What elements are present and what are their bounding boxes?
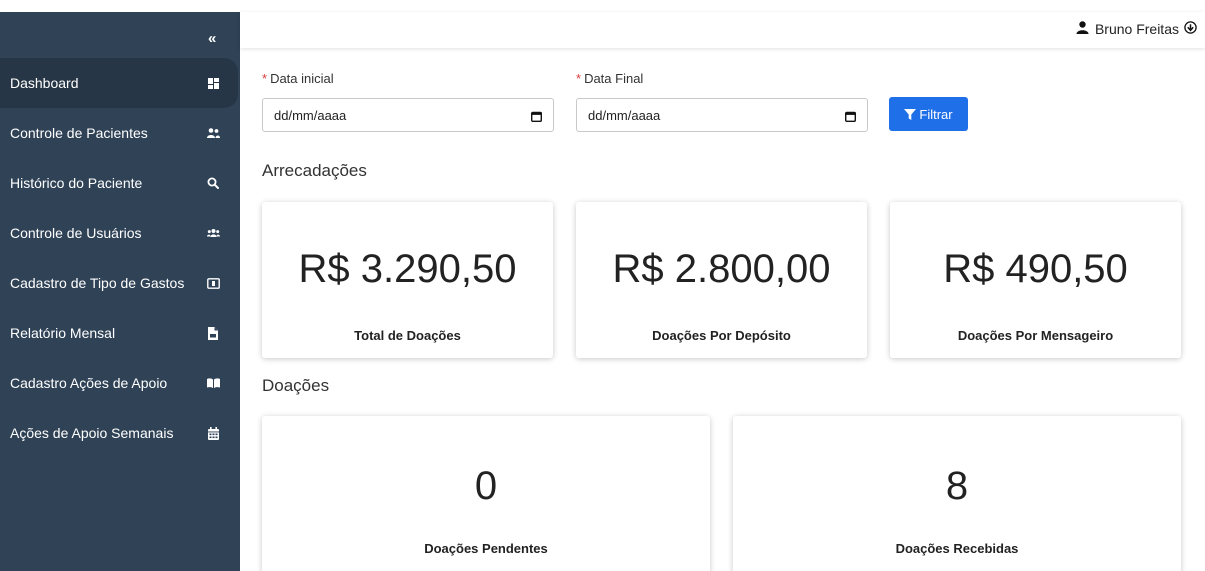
doacoes-pendentes-card: 0 Doações Pendentes xyxy=(262,416,710,571)
card-value: 8 xyxy=(945,464,969,508)
card-value: R$ 3.290,50 xyxy=(298,247,517,291)
calendar-icon xyxy=(206,426,220,440)
sidebar-item-cadastro-acoes-de-apoio[interactable]: Cadastro Ações de Apoio xyxy=(0,358,240,408)
doacoes-recebidas-card: 8 Doações Recebidas xyxy=(733,416,1181,571)
money-icon xyxy=(206,276,220,290)
user-menu[interactable]: Bruno Freitas xyxy=(1076,21,1197,37)
sidebar-item-acoes-de-apoio-semanais[interactable]: Ações de Apoio Semanais xyxy=(0,408,240,458)
sidebar-nav: Dashboard Controle de Pacientes Históric… xyxy=(0,58,240,458)
card-value: R$ 2.800,00 xyxy=(612,247,831,291)
doacoes-mensageiro-card: R$ 490,50 Doações Por Mensageiro xyxy=(890,202,1181,358)
sidebar: « Dashboard Controle de Pacientes Histór… xyxy=(0,12,240,571)
end-date-label-text: Data Final xyxy=(584,71,644,86)
start-date-value: dd/mm/aaaa xyxy=(274,107,347,123)
calendar-icon[interactable] xyxy=(844,110,857,125)
sidebar-item-controle-de-pacientes[interactable]: Controle de Pacientes xyxy=(0,108,240,158)
sidebar-item-label: Relatório Mensal xyxy=(10,325,116,341)
card-label: Doações Pendentes xyxy=(424,541,548,556)
sidebar-item-controle-de-usuarios[interactable]: Controle de Usuários xyxy=(0,208,240,258)
calendar-icon[interactable] xyxy=(530,110,543,125)
total-doacoes-card: R$ 3.290,50 Total de Doações xyxy=(262,202,553,358)
search-icon xyxy=(206,176,220,190)
arrow-circle-down-icon xyxy=(1184,21,1197,37)
start-date-label-text: Data inicial xyxy=(270,71,334,86)
sidebar-item-label: Controle de Pacientes xyxy=(10,125,148,141)
sidebar-item-cadastro-de-tipo-de-gastos[interactable]: Cadastro de Tipo de Gastos xyxy=(0,258,240,308)
arrecadacoes-title: Arrecadações xyxy=(262,161,367,180)
sidebar-item-label: Controle de Usuários xyxy=(10,225,142,241)
sidebar-item-label: Dashboard xyxy=(10,75,79,91)
app-root: « Dashboard Controle de Pacientes Histór… xyxy=(0,0,1205,571)
sidebar-item-relatorio-mensal[interactable]: Relatório Mensal xyxy=(0,308,240,358)
sidebar-item-label: Ações de Apoio Semanais xyxy=(10,425,174,441)
filter-button-label: Filtrar xyxy=(919,106,953,122)
filter-button[interactable]: Filtrar xyxy=(889,97,968,131)
sidebar-item-dashboard[interactable]: Dashboard xyxy=(0,58,238,108)
sidebar-item-historico-do-paciente[interactable]: Histórico do Paciente xyxy=(0,158,240,208)
card-label: Total de Doações xyxy=(354,328,461,343)
card-label: Doações Por Mensageiro xyxy=(957,328,1114,343)
end-date-label: * Data Final xyxy=(576,71,643,86)
sidebar-item-label: Cadastro de Tipo de Gastos xyxy=(10,275,185,291)
users-icon xyxy=(206,126,220,140)
card-value: R$ 490,50 xyxy=(943,247,1128,291)
user-name: Bruno Freitas xyxy=(1094,21,1179,37)
end-date-value: dd/mm/aaaa xyxy=(588,107,661,123)
required-mark: * xyxy=(262,71,268,86)
sidebar-item-label: Histórico do Paciente xyxy=(10,175,143,191)
start-date-label: * Data inicial xyxy=(262,71,334,86)
doacoes-title: Doações xyxy=(262,376,330,395)
card-value: 0 xyxy=(474,464,498,508)
dashboard-icon xyxy=(206,76,220,90)
end-date-input[interactable]: dd/mm/aaaa xyxy=(576,98,868,132)
user-icon xyxy=(1076,21,1089,37)
card-label: Doações Por Depósito xyxy=(652,328,791,343)
top-bar: Bruno Freitas xyxy=(240,12,1205,48)
start-date-input[interactable]: dd/mm/aaaa xyxy=(262,98,554,132)
card-label: Doações Recebidas xyxy=(895,541,1019,556)
sidebar-item-label: Cadastro Ações de Apoio xyxy=(10,375,168,391)
filter-icon xyxy=(904,108,917,120)
required-mark: * xyxy=(576,71,582,86)
book-open-icon xyxy=(206,376,220,390)
user-group-icon xyxy=(206,226,220,240)
doacoes-deposito-card: R$ 2.800,00 Doações Por Depósito xyxy=(576,202,867,358)
file-pdf-icon xyxy=(206,326,220,340)
collapse-sidebar-button[interactable]: « xyxy=(208,30,216,47)
